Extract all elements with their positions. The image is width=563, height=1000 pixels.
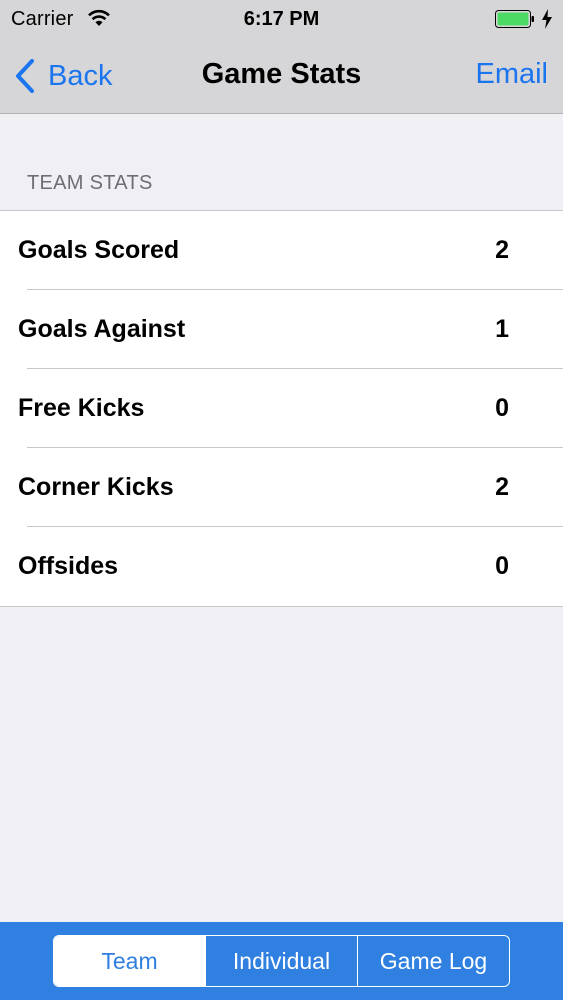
stat-row-offsides: Offsides 0 [0, 527, 563, 606]
stat-row-goals-against: Goals Against 1 [0, 290, 563, 369]
stat-value: 1 [495, 315, 509, 343]
stat-row-corner-kicks: Corner Kicks 2 [0, 448, 563, 527]
bottom-toolbar: Team Individual Game Log [0, 922, 563, 1000]
navigation-bar: Back Game Stats Email [0, 38, 563, 114]
stat-value: 2 [495, 473, 509, 501]
tab-individual[interactable]: Individual [205, 936, 357, 986]
tab-game-log[interactable]: Game Log [357, 936, 509, 986]
stat-label: Goals Against [18, 315, 186, 343]
email-button[interactable]: Email [475, 58, 548, 91]
status-bar: Carrier 6:17 PM [0, 0, 563, 38]
clock: 6:17 PM [243, 8, 320, 30]
stat-label: Free Kicks [18, 394, 145, 422]
charging-bolt-icon [542, 9, 552, 29]
stat-value: 0 [495, 552, 509, 580]
view-segmented-control: Team Individual Game Log [53, 935, 510, 987]
stat-label: Goals Scored [18, 236, 180, 264]
stat-value: 0 [495, 394, 509, 422]
stat-row-free-kicks: Free Kicks 0 [0, 369, 563, 448]
stat-label: Offsides [18, 552, 119, 580]
stat-label: Corner Kicks [18, 473, 174, 501]
section-header: TEAM STATS [27, 172, 153, 194]
battery-icon [495, 10, 534, 28]
stat-value: 2 [495, 236, 509, 264]
stat-row-goals-scored: Goals Scored 2 [0, 211, 563, 290]
tab-team[interactable]: Team [54, 936, 205, 986]
team-stats-table: Goals Scored 2 Goals Against 1 Free Kick… [0, 210, 563, 607]
